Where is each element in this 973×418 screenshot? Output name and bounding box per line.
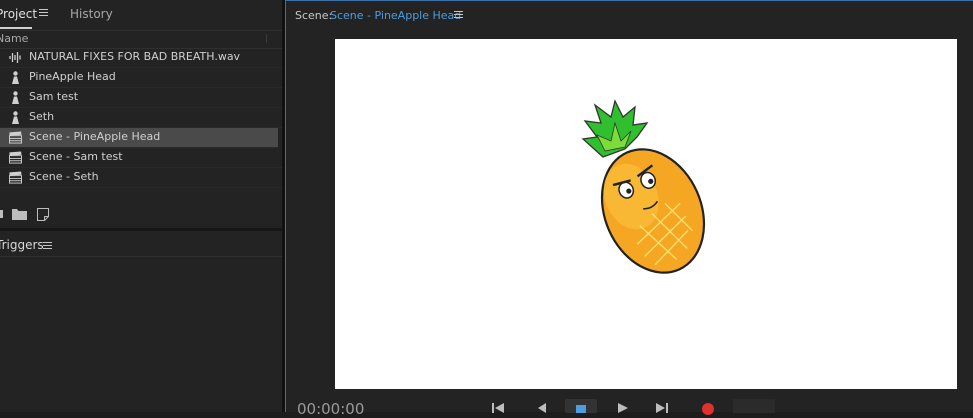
- list-item[interactable]: PineApple Head: [0, 68, 282, 88]
- name-column-label: Name: [0, 32, 29, 45]
- puppet-icon: [12, 91, 19, 104]
- project-footer-toolbar: [0, 206, 282, 226]
- list-item-label: Scene - Seth: [29, 170, 99, 183]
- list-item[interactable]: Scene - PineApple Head: [0, 128, 278, 148]
- scene-panel: Scene: Scene - PineApple Head 00:00:00: [285, 0, 973, 418]
- panel-separator[interactable]: [0, 228, 282, 231]
- tab-history[interactable]: History: [70, 7, 113, 21]
- list-item-label: Scene - PineApple Head: [29, 130, 161, 143]
- clapperboard-icon: [9, 171, 22, 184]
- left-panel: Project History Name NATURAL FIXES FOR B…: [0, 0, 282, 412]
- scene-canvas[interactable]: [335, 39, 957, 389]
- record-icon[interactable]: [702, 403, 714, 415]
- list-item-label: Sam test: [29, 90, 79, 103]
- scene-panel-header: Scene: Scene - PineApple Head: [286, 1, 973, 31]
- import-icon[interactable]: [0, 208, 4, 220]
- triggers-title[interactable]: Triggers: [0, 238, 44, 252]
- column-divider: [266, 34, 267, 43]
- puppet-icon: [12, 71, 19, 84]
- clapperboard-icon: [9, 151, 22, 164]
- scene-panel-menu-icon[interactable]: [454, 11, 463, 19]
- scene-label: Scene:: [295, 9, 333, 22]
- stop-button[interactable]: [565, 399, 597, 413]
- new-item-icon[interactable]: [37, 208, 49, 221]
- audio-icon: [9, 52, 21, 63]
- name-column-header[interactable]: Name: [0, 30, 282, 49]
- list-item[interactable]: Sam test: [0, 88, 282, 108]
- clapperboard-icon: [9, 131, 22, 144]
- transport-bar: 00:00:00: [286, 395, 973, 418]
- list-item[interactable]: Scene - Seth: [0, 168, 282, 188]
- timecode: 00:00:00: [297, 400, 365, 418]
- project-panel-menu-icon[interactable]: [39, 9, 48, 17]
- puppet-icon: [12, 111, 19, 124]
- list-item[interactable]: NATURAL FIXES FOR BAD BREATH.wav: [0, 48, 282, 68]
- scene-name[interactable]: Scene - PineApple Head: [330, 9, 461, 22]
- playback-rate-field[interactable]: [733, 399, 775, 413]
- triggers-panel-header: Triggers: [0, 234, 282, 257]
- list-item-label: NATURAL FIXES FOR BAD BREATH.wav: [29, 50, 241, 63]
- active-tab-indicator: [0, 27, 32, 29]
- list-item-label: Seth: [29, 110, 55, 123]
- list-item[interactable]: Seth: [0, 108, 282, 128]
- triggers-panel-menu-icon[interactable]: [43, 242, 52, 250]
- project-panel-header: Project History: [0, 0, 282, 31]
- list-item-label: Scene - Sam test: [29, 150, 123, 163]
- list-item[interactable]: Scene - Sam test: [0, 148, 282, 168]
- project-list: NATURAL FIXES FOR BAD BREATH.wav PineApp…: [0, 48, 282, 188]
- pineapple-character: [581, 99, 706, 274]
- tab-project[interactable]: Project: [0, 7, 37, 21]
- list-item-label: PineApple Head: [29, 70, 116, 83]
- folder-icon[interactable]: [12, 208, 27, 220]
